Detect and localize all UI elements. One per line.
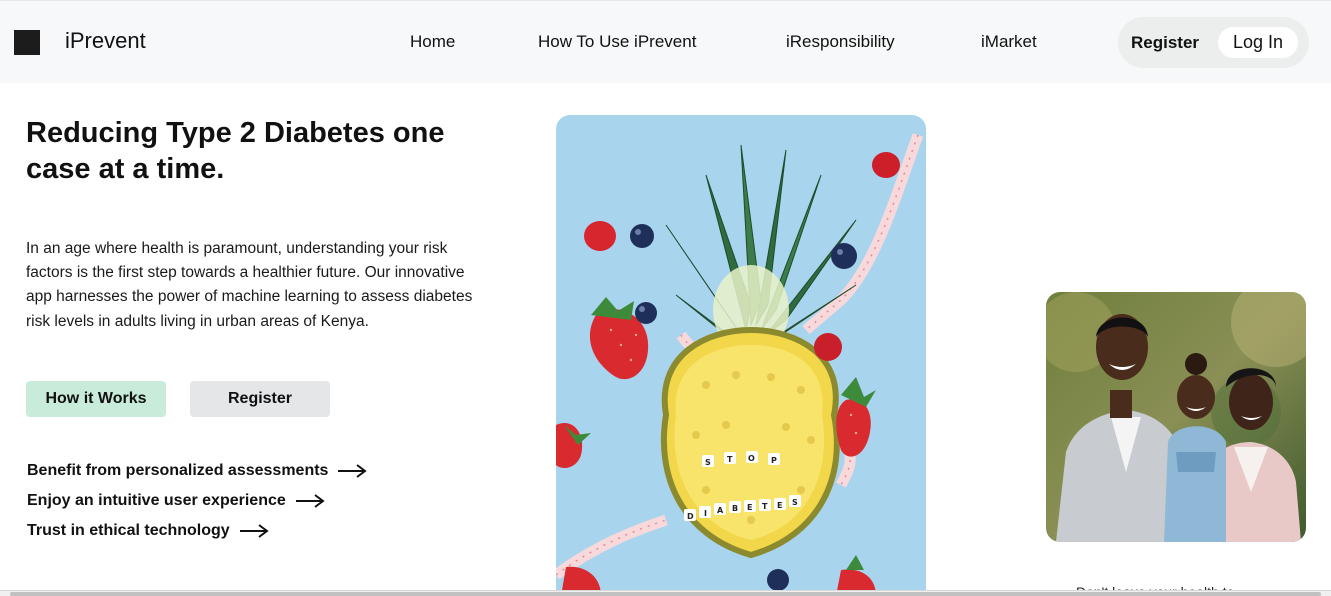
bead-letter: E [747, 503, 752, 512]
bead-letter: D [687, 512, 694, 521]
hero-title: Reducing Type 2 Diabetes one case at a t… [26, 117, 445, 185]
pineapple-stop-diabetes-image: S T O P D I A B E T E S [556, 115, 926, 596]
logo-icon[interactable] [14, 30, 40, 55]
header-register-button[interactable]: Register [1131, 33, 1199, 53]
nav-home[interactable]: Home [410, 32, 455, 52]
family-photo [1046, 292, 1306, 542]
bead-letter: O [748, 454, 755, 463]
arrow-right-icon [295, 494, 325, 508]
benefit-link-intuitive[interactable]: Enjoy an intuitive user experience [27, 492, 325, 510]
hero-description: In an age where health is paramount, und… [26, 240, 473, 330]
pineapple-illustration: S T O P D I A B E T E S [556, 115, 926, 596]
page: iPrevent Home How To Use iPrevent iRespo… [0, 0, 1331, 596]
arrow-right-icon [239, 524, 269, 538]
bead-letter: T [762, 502, 768, 511]
benefit-label: Trust in ethical technology [27, 522, 230, 539]
top-navbar: iPrevent Home How To Use iPrevent iRespo… [0, 0, 1331, 83]
bead-letter: B [732, 504, 738, 513]
header-login-button[interactable]: Log In [1218, 27, 1298, 58]
family-illustration [1046, 292, 1306, 542]
benefit-label: Enjoy an intuitive user experience [27, 492, 286, 509]
bead-letter: E [777, 501, 782, 510]
bead-letter: I [704, 509, 707, 518]
benefit-link-personalized[interactable]: Benefit from personalized assessments [27, 462, 368, 480]
bead-letter: S [792, 498, 798, 507]
benefit-label: Benefit from personalized assessments [27, 462, 329, 479]
bead-letter: S [705, 458, 711, 467]
bead-letter: T [727, 455, 733, 464]
hero-register-button[interactable]: Register [190, 381, 330, 417]
scrollbar-thumb[interactable] [10, 592, 1321, 596]
brand-name[interactable]: iPrevent [65, 28, 146, 54]
bead-letter: A [717, 506, 724, 515]
benefit-link-ethical[interactable]: Trust in ethical technology [27, 522, 269, 540]
nav-how-to-use[interactable]: How To Use iPrevent [538, 32, 696, 52]
how-it-works-button[interactable]: How it Works [26, 381, 166, 417]
arrow-right-icon [338, 464, 368, 478]
bead-letter: P [771, 456, 777, 465]
nav-imarket[interactable]: iMarket [981, 32, 1037, 52]
nav-iresponsibility[interactable]: iResponsibility [786, 32, 895, 52]
